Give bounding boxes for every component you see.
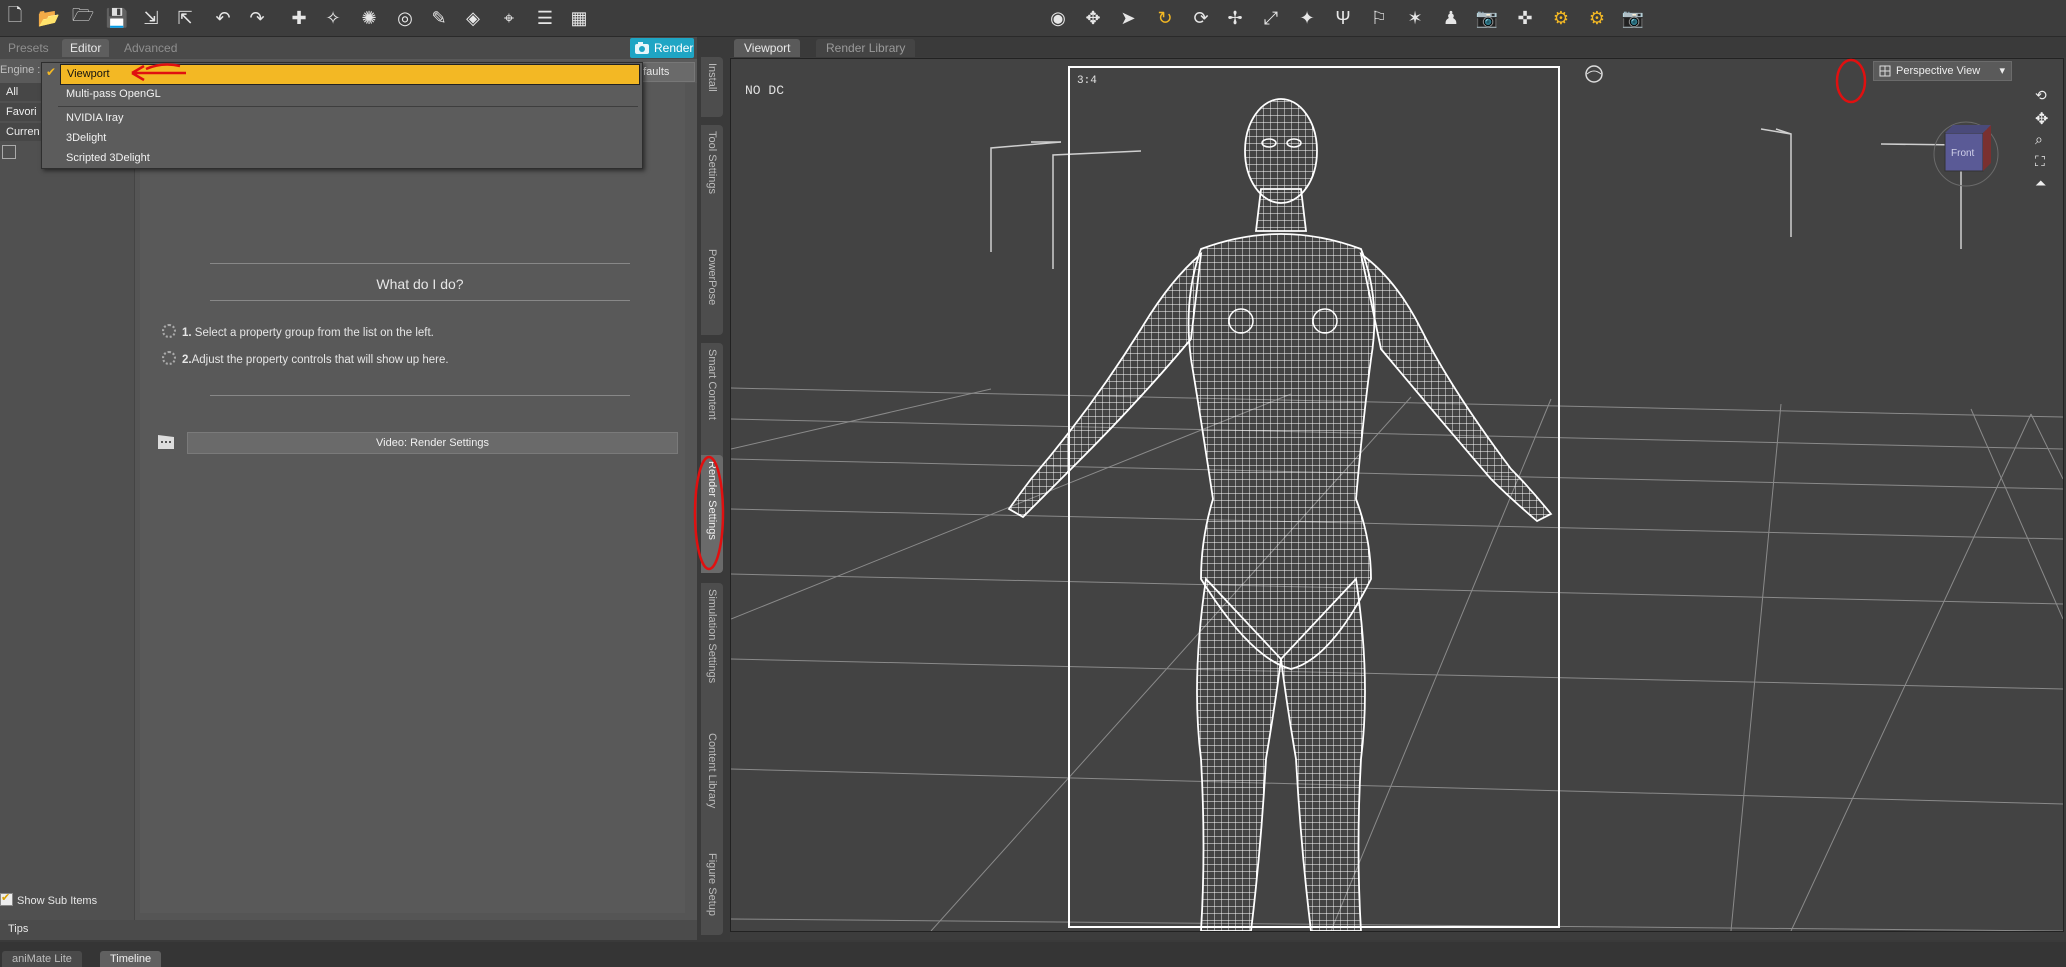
circle-annotation — [1835, 58, 1867, 104]
annotation-overlay — [131, 58, 1867, 571]
circle-annotation — [693, 455, 725, 571]
arrow-annotation — [131, 64, 186, 82]
